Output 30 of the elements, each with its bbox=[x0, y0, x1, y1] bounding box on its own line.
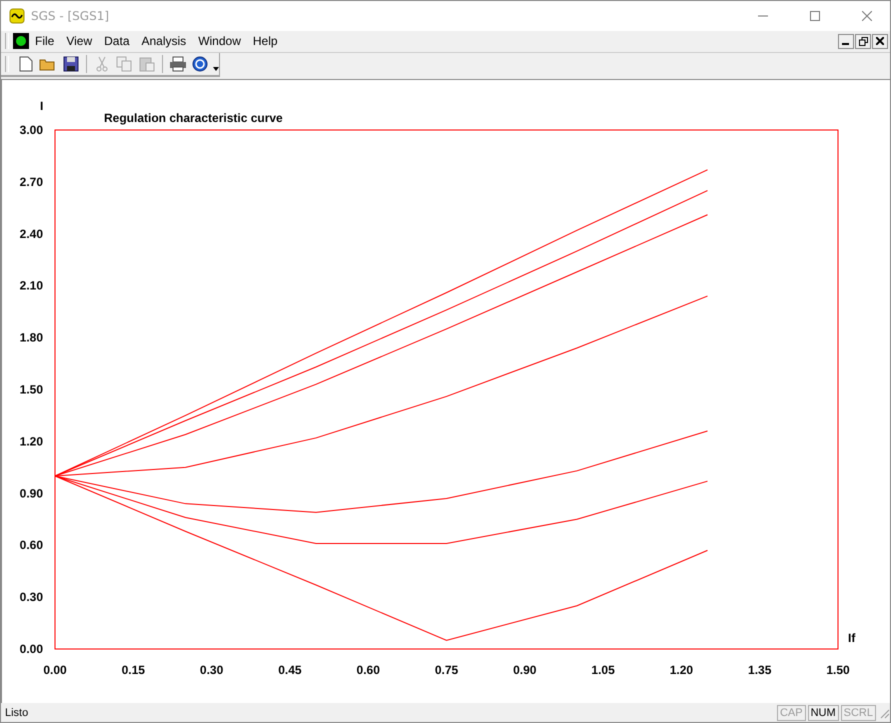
x-tick-label: 1.50 bbox=[826, 663, 850, 678]
status-text: Listo bbox=[5, 706, 30, 719]
y-tick-label: 2.40 bbox=[20, 227, 43, 242]
window-title: SGS - [SGS1] bbox=[31, 9, 110, 23]
y-tick-label: 1.20 bbox=[20, 434, 43, 449]
x-tick-label: 0.15 bbox=[122, 663, 145, 678]
chart-title: Regulation characteristic curve bbox=[104, 111, 283, 126]
x-tick-label: 0.45 bbox=[278, 663, 302, 678]
y-tick-label: 0.60 bbox=[20, 538, 43, 552]
y-axis-label: I bbox=[40, 99, 44, 114]
y-tick-label: 1.80 bbox=[20, 330, 43, 345]
x-axis-label: If bbox=[848, 631, 856, 646]
y-tick-label: 0.00 bbox=[20, 642, 43, 656]
x-tick-label: 1.05 bbox=[591, 663, 615, 678]
y-tick-label: 0.90 bbox=[20, 486, 43, 501]
status-indicator: CAP bbox=[776, 704, 806, 721]
y-tick-label: 2.70 bbox=[20, 175, 43, 190]
x-tick-label: 1.20 bbox=[670, 663, 694, 678]
x-tick-label: 1.35 bbox=[748, 663, 772, 678]
x-tick-label: 0.90 bbox=[513, 663, 536, 678]
y-tick-label: 1.50 bbox=[20, 382, 43, 397]
y-tick-label: 0.30 bbox=[20, 590, 43, 604]
x-tick-label: 0.75 bbox=[434, 663, 458, 678]
x-tick-label: 0.00 bbox=[43, 663, 67, 678]
status-indicator: NUM bbox=[808, 704, 839, 721]
y-tick-label: 3.00 bbox=[20, 123, 43, 138]
x-tick-label: 0.60 bbox=[356, 663, 380, 678]
y-tick-label: 2.10 bbox=[20, 278, 43, 293]
status-indicator: SCRL bbox=[840, 704, 876, 721]
x-tick-label: 0.30 bbox=[200, 663, 224, 678]
